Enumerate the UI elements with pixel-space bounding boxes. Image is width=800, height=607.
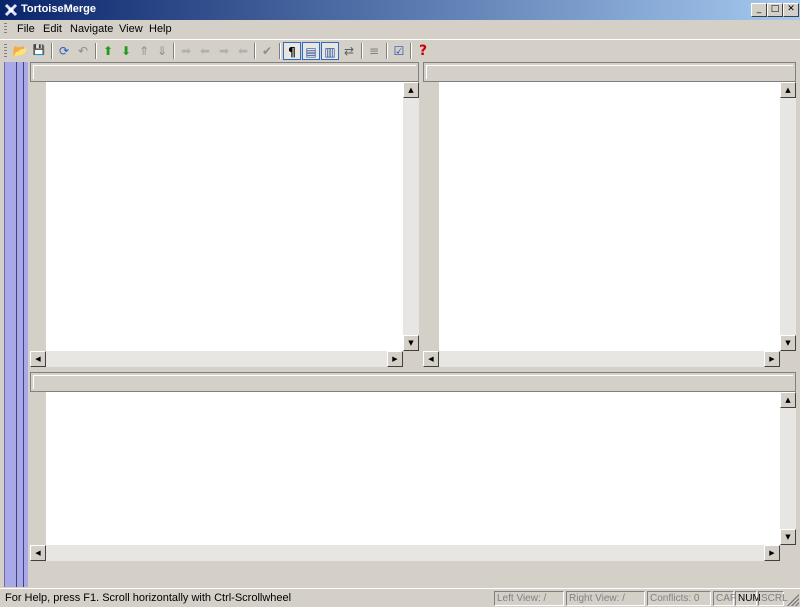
status-num-indicator: NUM — [735, 591, 761, 606]
location-bar-line — [16, 62, 17, 587]
scroll-corner — [403, 351, 419, 367]
maximize-button[interactable]: □ — [767, 3, 783, 17]
location-bar-line — [23, 62, 24, 587]
reload-icon[interactable]: ⟳ — [55, 42, 73, 60]
scroll-down-button[interactable]: ▼ — [780, 529, 796, 545]
status-right-view: Right View: / — [566, 591, 645, 606]
right-view-header — [423, 62, 796, 82]
bottom-view-vertical-scrollbar[interactable]: ▲ ▼ — [780, 392, 796, 545]
help-icon[interactable]: ? — [414, 42, 432, 60]
one-pane-icon[interactable]: ▤ — [302, 42, 320, 60]
toolbar: 📂 💾 ⟳ ↶ ⬆ ⬇ ⇑ ⇓ ➡ ⬅ ➡ ⬅ ✔ ¶ ▤ ▥ ⇄ ≡ ☑ ? — [0, 39, 800, 61]
toolbar-separator — [51, 43, 53, 59]
open-icon[interactable]: 📂 — [11, 42, 29, 60]
scroll-right-button[interactable]: ▶ — [387, 351, 403, 367]
scroll-left-button[interactable]: ◀ — [30, 545, 46, 561]
settings-icon[interactable]: ☑ — [390, 42, 408, 60]
toolbar-separator — [361, 43, 363, 59]
right-view-text-area[interactable] — [439, 82, 780, 351]
toolbar-separator — [386, 43, 388, 59]
right-view-line-gutter — [423, 82, 439, 351]
menu-edit[interactable]: Edit — [43, 23, 62, 35]
left-view-horizontal-scrollbar[interactable]: ◀ ▶ — [30, 351, 403, 367]
window-title: TortoiseMerge — [21, 3, 96, 15]
toolbar-separator — [254, 43, 256, 59]
menu-navigate[interactable]: Navigate — [70, 23, 113, 35]
whitespace-icon[interactable]: ¶ — [283, 42, 301, 60]
next-difference-icon[interactable]: ⬆ — [99, 42, 117, 60]
toolbar-separator — [95, 43, 97, 59]
bottom-view-horizontal-scrollbar[interactable]: ◀ ▶ — [30, 545, 780, 561]
bottom-view-line-gutter — [30, 392, 46, 545]
location-bar[interactable] — [4, 62, 28, 587]
scroll-left-button[interactable]: ◀ — [423, 351, 439, 367]
left-view-line-gutter — [30, 82, 46, 351]
toolbar-separator — [410, 43, 412, 59]
use-right-block-icon[interactable]: ⬅ — [234, 42, 252, 60]
right-view-horizontal-scrollbar[interactable]: ◀ ▶ — [423, 351, 780, 367]
undo-icon[interactable]: ↶ — [74, 42, 92, 60]
title-bar[interactable]: TortoiseMerge _ □ ✕ — [0, 0, 800, 20]
scroll-left-button[interactable]: ◀ — [30, 351, 46, 367]
scroll-corner — [780, 545, 796, 561]
minimize-button[interactable]: _ — [751, 3, 767, 17]
status-cap-indicator: CAP — [713, 591, 737, 606]
scroll-down-button[interactable]: ▼ — [403, 335, 419, 351]
left-view-header — [30, 62, 419, 82]
tortoisemerge-app-icon — [4, 3, 18, 17]
switch-icon[interactable]: ⇄ — [340, 42, 358, 60]
toolbar-grip-handle[interactable] — [4, 44, 7, 58]
scroll-up-button[interactable]: ▲ — [403, 82, 419, 98]
previous-difference-icon[interactable]: ⬇ — [117, 42, 135, 60]
menu-view[interactable]: View — [119, 23, 143, 35]
use-left-icon[interactable]: ➡ — [177, 42, 195, 60]
scroll-corner — [780, 351, 796, 367]
use-right-icon[interactable]: ⬅ — [196, 42, 214, 60]
two-pane-icon[interactable]: ▥ — [321, 42, 339, 60]
menu-grip-handle[interactable] — [4, 23, 7, 35]
line-diff-icon[interactable]: ≡ — [365, 42, 383, 60]
left-view-pane: ▲ ▼ ◀ ▶ — [30, 62, 419, 367]
toolbar-separator — [173, 43, 175, 59]
status-conflicts: Conflicts: 0 — [647, 591, 711, 606]
bottom-view-header — [30, 372, 796, 392]
bottom-view-text-area[interactable] — [46, 392, 780, 545]
left-view-text-area[interactable] — [46, 82, 403, 351]
menu-help[interactable]: Help — [149, 23, 172, 35]
save-icon[interactable]: 💾 — [30, 42, 48, 60]
left-view-vertical-scrollbar[interactable]: ▲ ▼ — [403, 82, 419, 351]
scroll-down-button[interactable]: ▼ — [780, 335, 796, 351]
last-difference-icon[interactable]: ⇓ — [153, 42, 171, 60]
use-left-block-icon[interactable]: ➡ — [215, 42, 233, 60]
scroll-up-button[interactable]: ▲ — [780, 82, 796, 98]
status-bar: For Help, press F1. Scroll horizontally … — [0, 588, 800, 607]
status-left-view: Left View: / — [494, 591, 564, 606]
right-view-vertical-scrollbar[interactable]: ▲ ▼ — [780, 82, 796, 351]
toolbar-separator — [279, 43, 281, 59]
menu-file[interactable]: File — [17, 23, 35, 35]
close-button[interactable]: ✕ — [783, 3, 799, 17]
scroll-right-button[interactable]: ▶ — [764, 545, 780, 561]
mark-resolved-icon[interactable]: ✔ — [258, 42, 276, 60]
status-scrl-indicator: SCRL — [758, 591, 788, 606]
resize-grip-icon[interactable] — [787, 594, 799, 606]
bottom-view-pane: ▲ ▼ ◀ ▶ — [30, 372, 796, 561]
first-difference-icon[interactable]: ⇑ — [135, 42, 153, 60]
right-view-pane: ▲ ▼ ◀ ▶ — [423, 62, 796, 367]
scroll-right-button[interactable]: ▶ — [764, 351, 780, 367]
menu-bar: File Edit Navigate View Help — [0, 20, 800, 38]
status-help-text: For Help, press F1. Scroll horizontally … — [5, 592, 292, 604]
scroll-up-button[interactable]: ▲ — [780, 392, 796, 408]
